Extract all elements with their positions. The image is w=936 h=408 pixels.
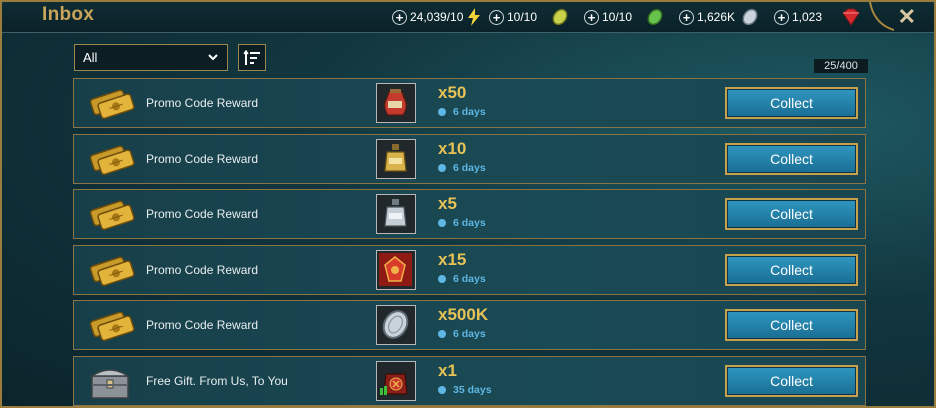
message-row: Promo Code Reward x10 6 days Collect xyxy=(73,133,866,184)
inbox-window: Inbox + 24,039/10 + 10/10 + 10/10 + 1,62… xyxy=(0,0,936,408)
message-label: Promo Code Reward xyxy=(146,151,259,166)
silver-flask-icon[interactable] xyxy=(376,194,416,234)
collect-button[interactable]: Collect xyxy=(725,364,858,397)
add-tag-arena-token-button[interactable]: + xyxy=(584,9,599,25)
filter-selected-label: All xyxy=(83,50,98,65)
reward-quantity: x500K xyxy=(438,305,489,324)
collect-button[interactable]: Collect xyxy=(725,87,858,119)
expiry-time: 6 days xyxy=(438,106,486,118)
xp-brew-icon[interactable] xyxy=(376,249,416,290)
expiry-time: 6 days xyxy=(438,162,486,174)
reward-quantity: x50 xyxy=(438,83,467,102)
message-label: Promo Code Reward xyxy=(146,262,259,277)
corner-ornament xyxy=(869,2,894,31)
tag-arena-token-value: 10/10 xyxy=(602,10,633,24)
top-bar: Inbox + 24,039/10 + 10/10 + 10/10 + 1,62… xyxy=(2,2,934,33)
expiry-time: 6 days xyxy=(438,217,486,229)
arena-token-value: 10/10 xyxy=(507,10,538,24)
gold-tickets-icon xyxy=(84,306,136,346)
gold-tickets-icon xyxy=(84,140,136,180)
gold-tickets-icon xyxy=(84,84,136,124)
arena-token-icon xyxy=(551,8,569,26)
message-row: Promo Code Reward x500K 6 days Collect xyxy=(73,300,866,350)
tag-arena-token-icon xyxy=(646,8,664,26)
reward-quantity: x15 xyxy=(438,249,467,269)
silver-resource: + 1,626K xyxy=(679,7,759,27)
message-label: Promo Code Reward xyxy=(146,318,259,332)
clock-icon xyxy=(438,219,446,227)
energy-icon xyxy=(467,8,481,26)
expiry-days: 6 days xyxy=(453,161,486,174)
clock-icon xyxy=(438,108,446,116)
tag-arena-token-resource: + 10/10 xyxy=(584,7,664,27)
sort-button[interactable] xyxy=(238,44,266,71)
reward-quantity: x10 xyxy=(438,138,467,158)
sort-icon xyxy=(243,49,260,65)
clock-icon xyxy=(438,330,446,338)
gem-value: 1,023 xyxy=(792,10,823,24)
add-silver-button[interactable]: + xyxy=(679,9,694,25)
clock-icon xyxy=(438,274,446,283)
silver-coin-icon[interactable] xyxy=(376,305,416,345)
close-button[interactable]: ✕ xyxy=(898,4,916,30)
message-row: Promo Code Reward x15 6 days Collect xyxy=(73,244,866,295)
message-label: Promo Code Reward xyxy=(146,207,259,221)
collect-button[interactable]: Collect xyxy=(725,253,858,286)
energy-value: 24,039/10 xyxy=(410,10,464,24)
page-title: Inbox xyxy=(42,4,95,25)
message-label: Free Gift. From Us, To You xyxy=(146,373,288,388)
gift-bag-icon[interactable] xyxy=(376,360,416,401)
message-count: 25/400 xyxy=(814,59,868,73)
gold-tickets-icon xyxy=(84,195,136,235)
expiry-time: 6 days xyxy=(438,328,486,340)
add-arena-token-button[interactable]: + xyxy=(489,9,504,25)
gold-tickets-icon xyxy=(84,251,136,291)
chest-icon xyxy=(84,362,136,402)
silver-value: 1,626K xyxy=(697,10,736,24)
expiry-days: 6 days xyxy=(453,106,486,118)
gold-flask-icon[interactable] xyxy=(376,138,416,179)
message-label: Promo Code Reward xyxy=(146,96,259,110)
potion-jug-icon[interactable] xyxy=(376,83,416,123)
gem-resource: + 1,023 xyxy=(774,7,862,27)
chevron-down-icon xyxy=(207,50,219,67)
arena-token-resource: + 10/10 xyxy=(489,7,569,27)
clock-icon xyxy=(438,385,446,394)
energy-resource: + 24,039/10 xyxy=(392,7,481,27)
reward-quantity: x5 xyxy=(438,194,457,213)
add-gem-button[interactable]: + xyxy=(774,9,789,25)
gem-icon xyxy=(840,8,862,26)
expiry-time: 6 days xyxy=(438,273,486,285)
reward-quantity: x1 xyxy=(438,360,457,380)
clock-icon xyxy=(438,163,446,172)
collect-button[interactable]: Collect xyxy=(725,142,858,175)
add-energy-button[interactable]: + xyxy=(392,9,407,25)
collect-button[interactable]: Collect xyxy=(725,198,858,230)
message-row: Free Gift. From Us, To You x1 35 days Colle… xyxy=(73,355,866,406)
expiry-days: 6 days xyxy=(453,328,486,340)
expiry-days: 35 days xyxy=(453,383,492,396)
silver-icon xyxy=(741,8,759,26)
filter-dropdown[interactable]: All xyxy=(74,44,228,71)
expiry-time: 35 days xyxy=(438,384,492,396)
collect-button[interactable]: Collect xyxy=(725,309,858,341)
expiry-days: 6 days xyxy=(453,272,486,285)
message-row: Promo Code Reward x5 6 days Collect xyxy=(73,189,866,239)
expiry-days: 6 days xyxy=(453,217,486,229)
message-row: Promo Code Reward x50 6 days Collect xyxy=(73,78,866,128)
